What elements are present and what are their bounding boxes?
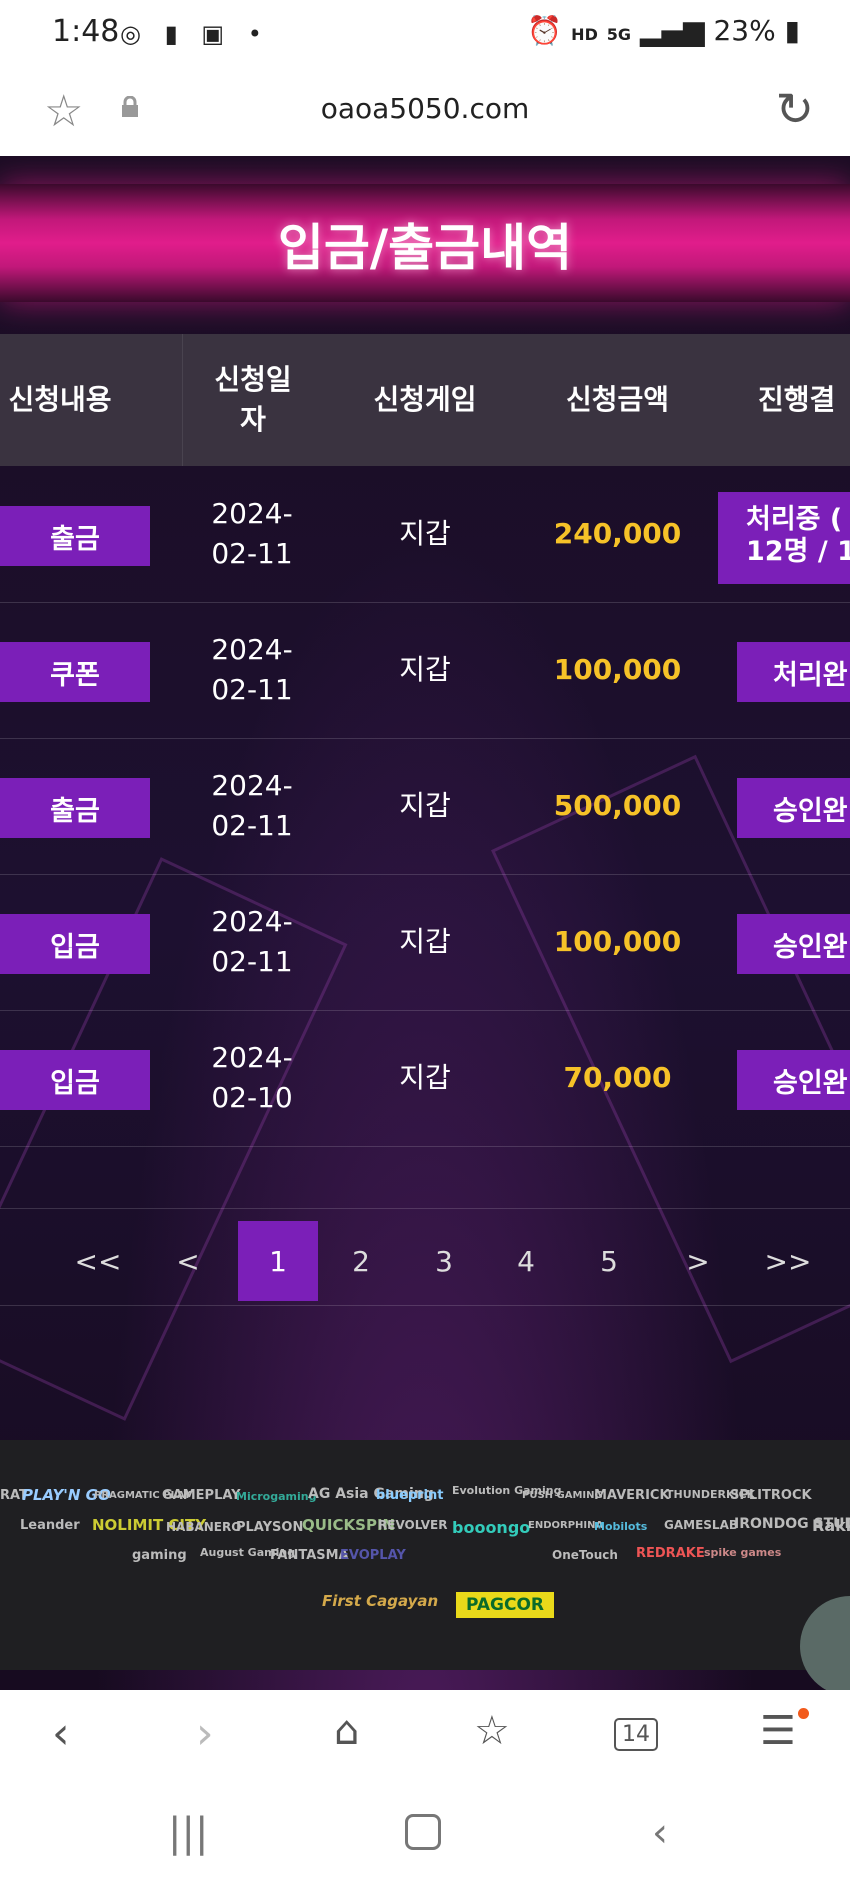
reload-icon[interactable]: ↻ <box>775 82 814 136</box>
page-button-3[interactable]: 3 <box>404 1221 484 1301</box>
status-badge: 승인완 <box>737 1050 850 1110</box>
page-next-button[interactable]: > <box>658 1221 738 1301</box>
status-badge: 승인완 <box>737 914 850 974</box>
row-game: 지갑 <box>399 925 451 958</box>
row-game: 지갑 <box>399 517 451 550</box>
status-bar: 1:48 ◎ ▮ ▣ • ⏰ HD 5G ▂▄▆ 23% ▮ <box>0 0 850 70</box>
page-button-4[interactable]: 4 <box>486 1221 566 1301</box>
type-badge: 쿠폰 <box>0 642 150 702</box>
logo: Leander <box>20 1518 80 1533</box>
table-header: 신청내용 신청일 자 신청게임 신청금액 진행결 <box>0 334 850 466</box>
page-content: 입금/출금내역 신청내용 신청일 자 신청게임 신청금액 진행결 출금 2024… <box>0 156 850 1690</box>
logo: Microgaming <box>236 1490 317 1503</box>
battery-icon: ▮ <box>784 14 800 47</box>
home-button-icon[interactable] <box>405 1814 441 1850</box>
row-date: 2024- 02-10 <box>211 1041 293 1114</box>
back-icon[interactable]: ‹ <box>52 1708 70 1759</box>
page-prev-button[interactable]: < <box>148 1221 228 1301</box>
row-game: 지갑 <box>399 1061 451 1094</box>
page-banner: 입금/출금내역 <box>0 184 850 302</box>
row-date: 2024- 02-11 <box>211 497 293 570</box>
table-row: 입금 2024- 02-10 지갑 70,000 승인완 <box>0 1010 850 1147</box>
row-game: 지갑 <box>399 653 451 686</box>
status-badge: 처리완 <box>737 642 850 702</box>
browser-bottom-nav: ‹ › ⌂ ☆ 14 ☰ <box>0 1690 850 1790</box>
page-title: 입금/출금내역 <box>277 219 573 277</box>
signal-icon: ▂▄▆ <box>639 14 705 47</box>
header-request-game: 신청게임 <box>373 383 477 416</box>
row-date: 2024- 02-11 <box>211 769 293 842</box>
logo: EVOPLAY <box>340 1548 406 1563</box>
row-amount: 100,000 <box>553 925 682 958</box>
status-badge: 처리중 ( 12명 / 1 <box>718 492 850 584</box>
forward-icon[interactable]: › <box>196 1708 214 1759</box>
bookmarks-icon[interactable]: ☆ <box>474 1708 510 1754</box>
url-text[interactable]: oaoa5050.com <box>0 92 850 125</box>
notification-icons: ◎ ▮ ▣ • <box>120 20 270 48</box>
logo: REVOLVER <box>378 1518 448 1532</box>
logo: blueprint <box>376 1488 444 1503</box>
page-first-button[interactable]: << <box>58 1221 138 1301</box>
tabs-icon[interactable]: 14 <box>614 1718 658 1751</box>
system-nav-bar: ||| ‹ <box>0 1790 850 1889</box>
table-row: 출금 2024- 02-11 지갑 240,000 처리중 ( 12명 / 1 <box>0 466 850 603</box>
menu-icon[interactable]: ☰ <box>760 1708 796 1754</box>
system-back-icon[interactable]: ‹ <box>652 1810 668 1856</box>
logo: FANTASMA <box>270 1548 349 1563</box>
pagination: << < 1 2 3 4 5 > >> <box>0 1208 850 1306</box>
logo: HABANERO <box>166 1520 242 1534</box>
pagcor-logo: PAGCOR <box>456 1592 555 1618</box>
header-request-amount: 신청금액 <box>565 383 670 416</box>
notification-dot <box>798 1708 809 1719</box>
table-row: 출금 2024- 02-11 지갑 500,000 승인완 <box>0 738 850 875</box>
table-row: 입금 2024- 02-11 지갑 100,000 승인완 <box>0 874 850 1011</box>
logo: GAMEPLAY <box>162 1488 241 1503</box>
logo: gaming <box>132 1548 187 1563</box>
type-badge: 입금 <box>0 914 150 974</box>
provider-logos-footer: RAT PLAY'N GO PRAGMATIC PLAY GAMEPLAY Mi… <box>0 1440 850 1670</box>
type-badge: 출금 <box>0 506 150 566</box>
status-badge: 승인완 <box>737 778 850 838</box>
type-badge: 입금 <box>0 1050 150 1110</box>
row-amount: 70,000 <box>563 1061 672 1094</box>
browser-url-bar: ☆ oaoa5050.com ↻ <box>0 70 850 157</box>
status-right: ⏰ HD 5G ▂▄▆ 23% ▮ <box>527 14 800 47</box>
alarm-icon: ⏰ <box>527 14 563 47</box>
row-amount: 240,000 <box>553 517 682 550</box>
row-game: 지갑 <box>399 789 451 822</box>
logo: ENDORPHINA <box>528 1520 604 1531</box>
row-date: 2024- 02-11 <box>211 633 293 706</box>
type-badge: 출금 <box>0 778 150 838</box>
page-button-2[interactable]: 2 <box>321 1221 401 1301</box>
logo: OneTouch <box>552 1548 618 1562</box>
logo: booongo <box>452 1518 531 1537</box>
logo: Mobilots <box>594 1520 648 1533</box>
first-cagayan-logo: First Cagayan <box>322 1592 439 1610</box>
header-progress-status: 진행결 <box>758 383 836 416</box>
logo: REDRAKE <box>636 1546 705 1561</box>
battery-text: 23% <box>713 14 776 47</box>
clock: 1:48 <box>52 14 120 49</box>
logo: GAMESLAB <box>664 1518 738 1532</box>
hd-voice-badge: HD <box>571 25 598 44</box>
recent-apps-icon[interactable]: ||| <box>168 1810 208 1856</box>
logo: PUSH GAMING <box>522 1490 603 1501</box>
header-request-date: 신청일 자 <box>182 334 323 466</box>
page-button-5[interactable]: 5 <box>569 1221 649 1301</box>
network-badge: 5G <box>606 25 632 44</box>
logo: PLAYSON <box>236 1520 304 1535</box>
row-amount: 100,000 <box>553 653 682 686</box>
row-amount: 500,000 <box>553 789 682 822</box>
logo: SPLITROCK <box>730 1488 812 1503</box>
page-button-1[interactable]: 1 <box>238 1221 318 1301</box>
logo: MAVERICK <box>594 1488 670 1503</box>
page-last-button[interactable]: >> <box>748 1221 828 1301</box>
table-row: 쿠폰 2024- 02-11 지갑 100,000 처리완 <box>0 602 850 739</box>
row-date: 2024- 02-11 <box>211 905 293 978</box>
home-icon[interactable]: ⌂ <box>334 1708 359 1754</box>
logo: Rakk <box>812 1516 850 1535</box>
logo: spike games <box>704 1546 782 1559</box>
header-request-type: 신청내용 <box>8 383 112 416</box>
